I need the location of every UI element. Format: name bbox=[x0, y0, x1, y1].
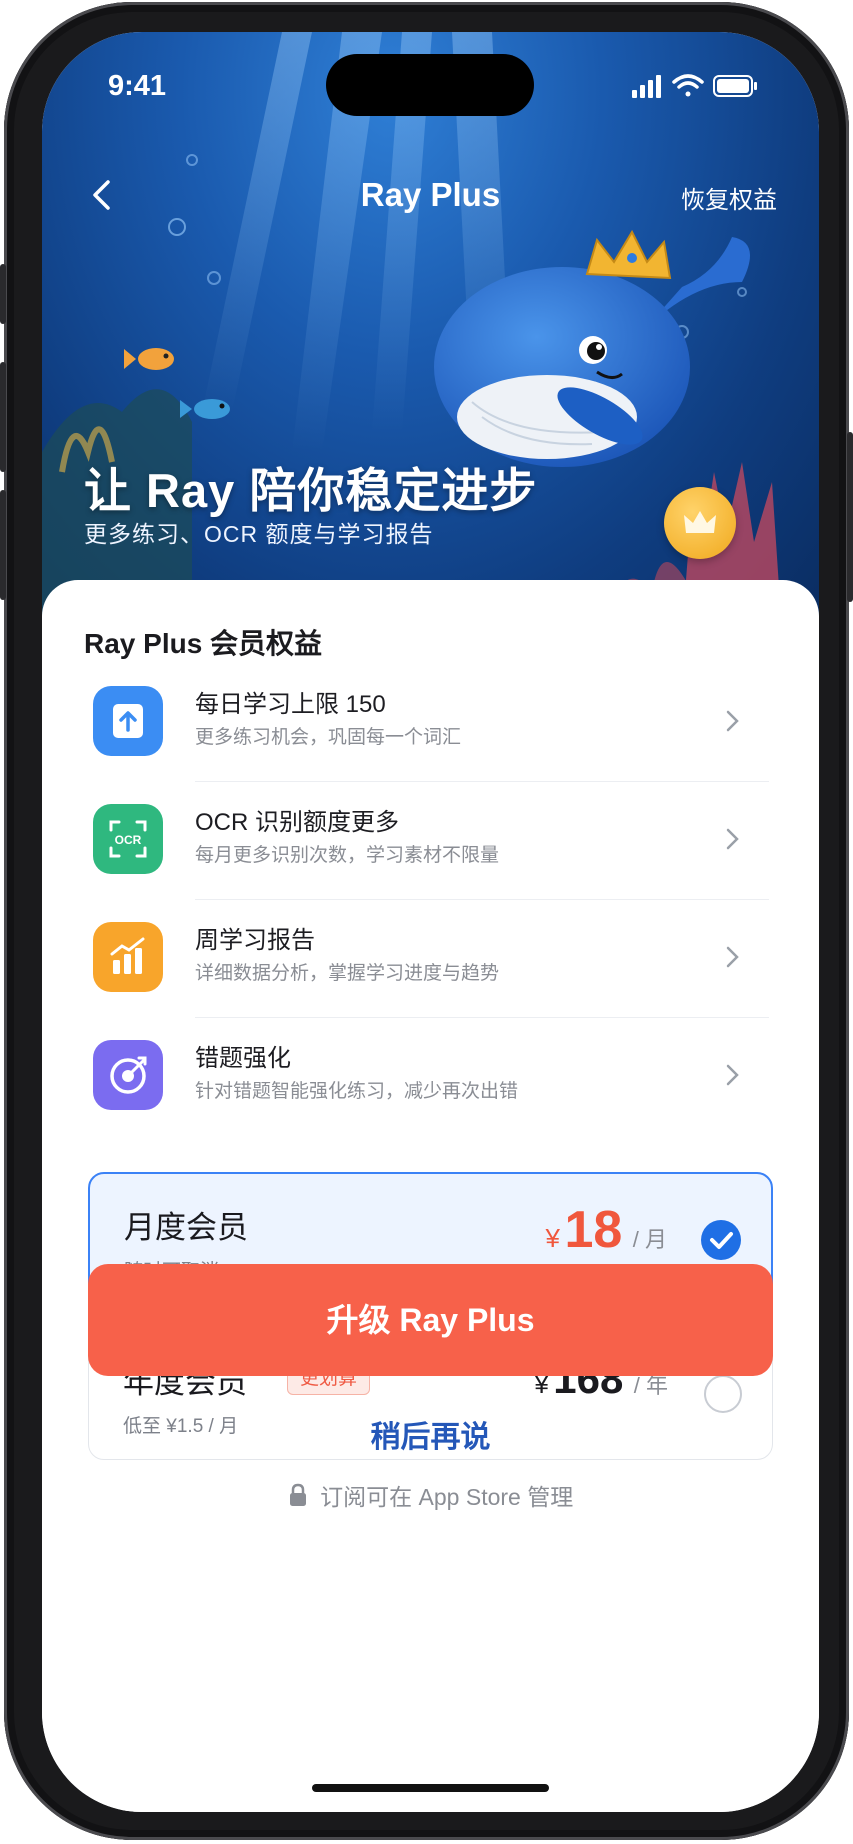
phone-frame: 9:41 Ray Plus 恢复权益 让 Ray 陪你稳定进步 更多练习、OCR… bbox=[0, 2, 853, 1840]
wifi-icon bbox=[672, 74, 704, 97]
status-time: 9:41 bbox=[108, 70, 167, 102]
price-amount: 18 bbox=[564, 1201, 623, 1259]
upgrade-button[interactable]: 升级 Ray Plus bbox=[88, 1264, 773, 1376]
benefit-desc: 针对错题智能强化练习，减少再次出错 bbox=[195, 1081, 519, 1102]
chevron-right-icon bbox=[726, 710, 739, 732]
power-button bbox=[847, 432, 853, 602]
benefit-mistake-drill[interactable]: 错题强化 针对错题智能强化练习，减少再次出错 bbox=[84, 1018, 779, 1136]
restore-purchases-button[interactable]: 恢复权益 bbox=[681, 180, 777, 215]
benefit-desc: 每月更多识别次数，学习素材不限量 bbox=[195, 845, 500, 866]
checkmark-icon bbox=[710, 1232, 733, 1249]
ocr-icon: OCR bbox=[93, 804, 163, 874]
maybe-later-button[interactable]: 稍后再说 bbox=[42, 1412, 819, 1456]
chevron-right-icon bbox=[726, 946, 739, 968]
price-unit: / 月 bbox=[632, 1227, 667, 1252]
upload-icon bbox=[93, 686, 163, 756]
lock-icon bbox=[289, 1483, 306, 1506]
chart-icon bbox=[93, 922, 163, 992]
subscription-note: 订阅可在 App Store 管理 bbox=[42, 1478, 819, 1512]
benefit-title: OCR 识别额度更多 bbox=[195, 809, 399, 836]
status-icons bbox=[632, 74, 757, 98]
home-indicator bbox=[312, 1784, 549, 1792]
volume-up-button bbox=[0, 362, 6, 472]
price-unit: / 年 bbox=[633, 1373, 668, 1398]
benefits-section-title: Ray Plus 会员权益 bbox=[84, 628, 323, 659]
benefit-weekly-report[interactable]: 周学习报告 详细数据分析，掌握学习进度与趋势 bbox=[84, 900, 779, 1018]
target-icon bbox=[93, 1040, 163, 1110]
volume-down-button bbox=[0, 490, 6, 600]
plan-radio-unselected[interactable] bbox=[704, 1375, 742, 1413]
benefit-title: 错题强化 bbox=[195, 1045, 291, 1072]
subscription-note-text: 订阅可在 App Store 管理 bbox=[320, 1484, 574, 1510]
chevron-right-icon bbox=[726, 1064, 739, 1086]
benefit-desc: 更多练习机会，巩固每一个词汇 bbox=[195, 727, 462, 748]
crown-badge bbox=[664, 487, 736, 559]
benefit-desc: 详细数据分析，掌握学习进度与趋势 bbox=[195, 963, 500, 984]
svg-text:OCR: OCR bbox=[115, 833, 142, 847]
hero-title: 让 Ray 陪你稳定进步 bbox=[84, 464, 538, 517]
cellular-signal-icon bbox=[632, 75, 661, 98]
plan-radio-selected[interactable] bbox=[701, 1220, 741, 1260]
benefit-title: 每日学习上限 150 bbox=[195, 691, 386, 718]
nav-bar: Ray Plus 恢复权益 bbox=[42, 162, 819, 232]
dynamic-island bbox=[326, 54, 534, 116]
benefit-ocr-quota[interactable]: OCR OCR 识别额度更多 每月更多识别次数，学习素材不限量 bbox=[84, 782, 779, 900]
crown-icon bbox=[684, 511, 716, 533]
hero-banner: 9:41 Ray Plus 恢复权益 让 Ray 陪你稳定进步 更多练习、OCR… bbox=[42, 32, 819, 632]
hero-subtitle: 更多练习、OCR 额度与学习报告 bbox=[84, 521, 434, 547]
benefit-title: 周学习报告 bbox=[195, 927, 315, 954]
battery-icon bbox=[713, 75, 757, 97]
plan-price: ¥ 18 / 月 bbox=[546, 1200, 667, 1260]
status-bar: 9:41 bbox=[42, 32, 819, 142]
silent-switch bbox=[0, 264, 6, 324]
screen: 9:41 Ray Plus 恢复权益 让 Ray 陪你稳定进步 更多练习、OCR… bbox=[42, 32, 819, 1812]
chevron-right-icon bbox=[726, 828, 739, 850]
benefit-daily-limit[interactable]: 每日学习上限 150 更多练习机会，巩固每一个词汇 bbox=[84, 664, 779, 782]
plan-name: 月度会员 bbox=[124, 1210, 248, 1245]
price-currency: ¥ bbox=[545, 1223, 561, 1253]
